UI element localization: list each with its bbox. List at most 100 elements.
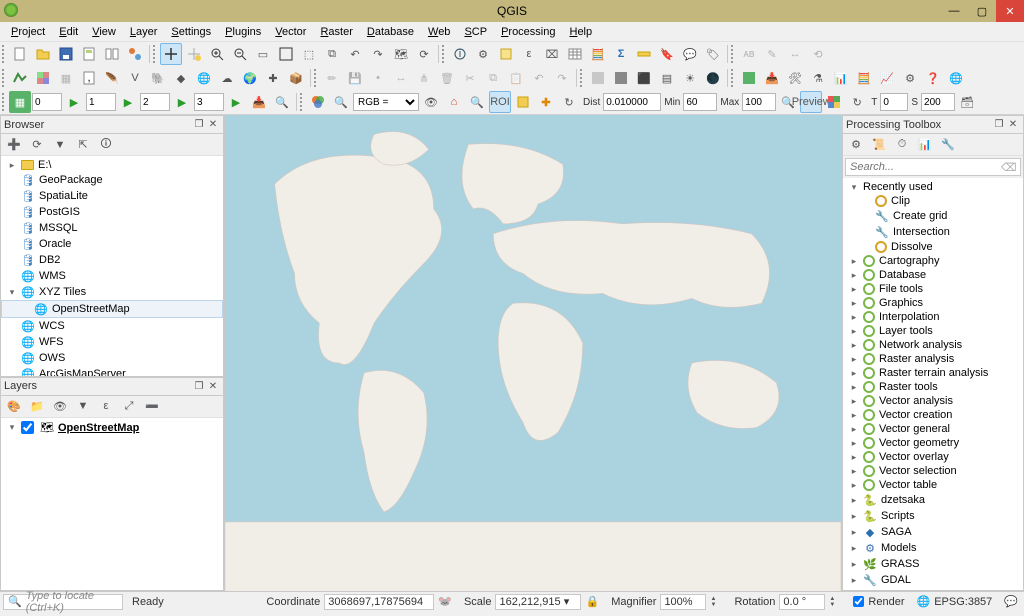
menu-layer[interactable]: Layer — [123, 24, 165, 40]
new-print-layout-button[interactable] — [78, 43, 100, 65]
scp-stack-button[interactable]: 🗃 — [956, 91, 978, 113]
toolbox-item[interactable]: Dissolve — [843, 240, 1023, 254]
delete-feature-button[interactable]: 🗑 — [436, 67, 458, 89]
raster-stretch-button[interactable]: ⬛ — [633, 67, 655, 89]
layers-undock-button[interactable]: ❐ — [192, 379, 206, 393]
coord-field[interactable]: 3068697,17875694 — [324, 594, 434, 610]
move-feature-button[interactable]: ↔ — [390, 67, 412, 89]
add-feature-button[interactable]: • — [367, 67, 389, 89]
twisty-icon[interactable]: ▸ — [849, 284, 859, 295]
new-map-view-button[interactable]: 🗺 — [390, 43, 412, 65]
layers-item[interactable]: ▾🗺OpenStreetMap — [1, 420, 223, 436]
scp-spin-b[interactable] — [86, 93, 116, 111]
twisty-icon[interactable]: ▸ — [849, 298, 859, 309]
twisty-icon[interactable]: ▸ — [849, 340, 859, 351]
browser-undock-button[interactable]: ❐ — [192, 118, 206, 132]
twisty-icon[interactable]: ▸ — [849, 495, 859, 506]
pan-selection-button[interactable] — [183, 43, 205, 65]
copy-button[interactable]: ⧉ — [482, 67, 504, 89]
twisty-icon[interactable]: ▸ — [849, 312, 859, 323]
brighter-button[interactable]: ☀ — [679, 67, 701, 89]
minimize-button[interactable]: — — [940, 0, 968, 22]
toolbox-item[interactable]: ▸🐍Scripts — [843, 508, 1023, 524]
layers-close-button[interactable]: ✕ — [206, 379, 220, 393]
add-wcs-button[interactable]: ☁ — [216, 67, 238, 89]
twisty-icon[interactable]: ▸ — [849, 480, 859, 491]
menu-view[interactable]: View — [85, 24, 123, 40]
toolbox-item[interactable]: Clip — [843, 194, 1023, 208]
select-expression-button[interactable]: ε — [518, 43, 540, 65]
toolbox-options-button[interactable]: 🔧 — [937, 134, 959, 156]
twisty-icon[interactable]: ▸ — [849, 368, 859, 379]
layers-visibility-button[interactable]: 👁 — [49, 395, 71, 417]
scp-spectral-button[interactable]: 📈 — [876, 67, 898, 89]
twisty-icon[interactable]: ▸ — [849, 438, 859, 449]
toolbox-search-input[interactable] — [846, 161, 997, 173]
layers-remove-button[interactable]: ➖ — [141, 395, 163, 417]
scp-zoom-button[interactable]: 🔍 — [330, 91, 352, 113]
toolbox-tree[interactable]: ▾Recently usedClip🔧Create grid🔧Intersect… — [843, 178, 1023, 590]
browser-filter-button[interactable]: ▼ — [49, 134, 71, 156]
attribute-table-button[interactable] — [564, 43, 586, 65]
toolbox-undock-button[interactable]: ❐ — [992, 118, 1006, 132]
scp-dock-button[interactable]: ▦ — [9, 91, 31, 113]
add-wms-button[interactable]: 🌐 — [193, 67, 215, 89]
toolbox-search[interactable]: ⌫ — [845, 158, 1021, 176]
toolbox-item[interactable]: ▸Network analysis — [843, 338, 1023, 352]
zoom-selection-button[interactable]: ⬚ — [298, 43, 320, 65]
scp-next-b[interactable]: ▶ — [117, 91, 139, 113]
browser-props-button[interactable]: 🛈 — [95, 134, 117, 156]
scp-next-a[interactable]: ▶ — [63, 91, 85, 113]
scp-tools-button[interactable]: 🛠 — [784, 67, 806, 89]
dist-input[interactable] — [603, 93, 661, 111]
scp-manual-button[interactable]: ❓ — [922, 67, 944, 89]
toolbox-item[interactable]: ▾Recently used — [843, 180, 1023, 194]
toolbox-results-button[interactable]: 📊 — [914, 134, 936, 156]
twisty-icon[interactable]: ▸ — [849, 527, 859, 538]
action-button[interactable]: ⚙ — [472, 43, 494, 65]
toolbox-model-button[interactable]: ⚙ — [845, 134, 867, 156]
twisty-icon[interactable]: ▸ — [849, 575, 859, 586]
darker-button[interactable]: 🌑 — [702, 67, 724, 89]
redo-edit-button[interactable]: ↷ — [551, 67, 573, 89]
deselect-button[interactable]: ⌧ — [541, 43, 563, 65]
twisty-icon[interactable]: ▸ — [849, 452, 859, 463]
toolbox-item[interactable]: ▸Raster tools — [843, 380, 1023, 394]
menu-project[interactable]: Project — [4, 24, 52, 40]
zoom-last-button[interactable]: ↶ — [344, 43, 366, 65]
scp-cursor-button[interactable]: ⌂ — [443, 91, 465, 113]
toolbox-item[interactable]: ▸Vector analysis — [843, 394, 1023, 408]
epsg-label[interactable]: EPSG:3857 — [934, 596, 992, 608]
select-button[interactable] — [495, 43, 517, 65]
zoom-out-button[interactable] — [229, 43, 251, 65]
twisty-icon[interactable]: ▸ — [849, 396, 859, 407]
identify-button[interactable]: i — [449, 43, 471, 65]
menu-scp[interactable]: SCP — [457, 24, 494, 40]
scp-load-button[interactable]: 📥 — [248, 91, 270, 113]
annotate-button[interactable]: 🏷 — [702, 43, 724, 65]
browser-item[interactable]: 🛢SpatiaLite — [1, 188, 223, 204]
add-wfs-button[interactable]: 🌍 — [239, 67, 261, 89]
s-input[interactable] — [921, 93, 955, 111]
crs-icon[interactable]: 🌐 — [917, 595, 931, 608]
browser-close-button[interactable]: ✕ — [206, 118, 220, 132]
menu-web[interactable]: Web — [421, 24, 457, 40]
browser-item[interactable]: 🛢MSSQL — [1, 220, 223, 236]
magnifier-field[interactable]: 100% — [660, 594, 706, 610]
twisty-icon[interactable]: ▾ — [7, 287, 17, 298]
toolbox-item[interactable]: ▸Cartography — [843, 254, 1023, 268]
cut-button[interactable]: ✂ — [459, 67, 481, 89]
menu-help[interactable]: Help — [562, 24, 599, 40]
scp-spin-a[interactable] — [32, 93, 62, 111]
browser-item[interactable]: ▸E:\ — [1, 158, 223, 172]
browser-item[interactable]: 🌐WFS — [1, 334, 223, 350]
twisty-icon[interactable]: ▸ — [849, 354, 859, 365]
layers-add-group-button[interactable]: 📁 — [26, 395, 48, 417]
zoom-full-button[interactable] — [275, 43, 297, 65]
bookmark-button[interactable]: 🔖 — [656, 43, 678, 65]
toolbox-history-button[interactable]: ⏱ — [891, 134, 913, 156]
scale-lock-icon[interactable]: 🔒 — [585, 595, 599, 608]
toolbox-close-button[interactable]: ✕ — [1006, 118, 1020, 132]
twisty-icon[interactable]: ▸ — [849, 559, 859, 570]
raster-full-button[interactable] — [610, 67, 632, 89]
